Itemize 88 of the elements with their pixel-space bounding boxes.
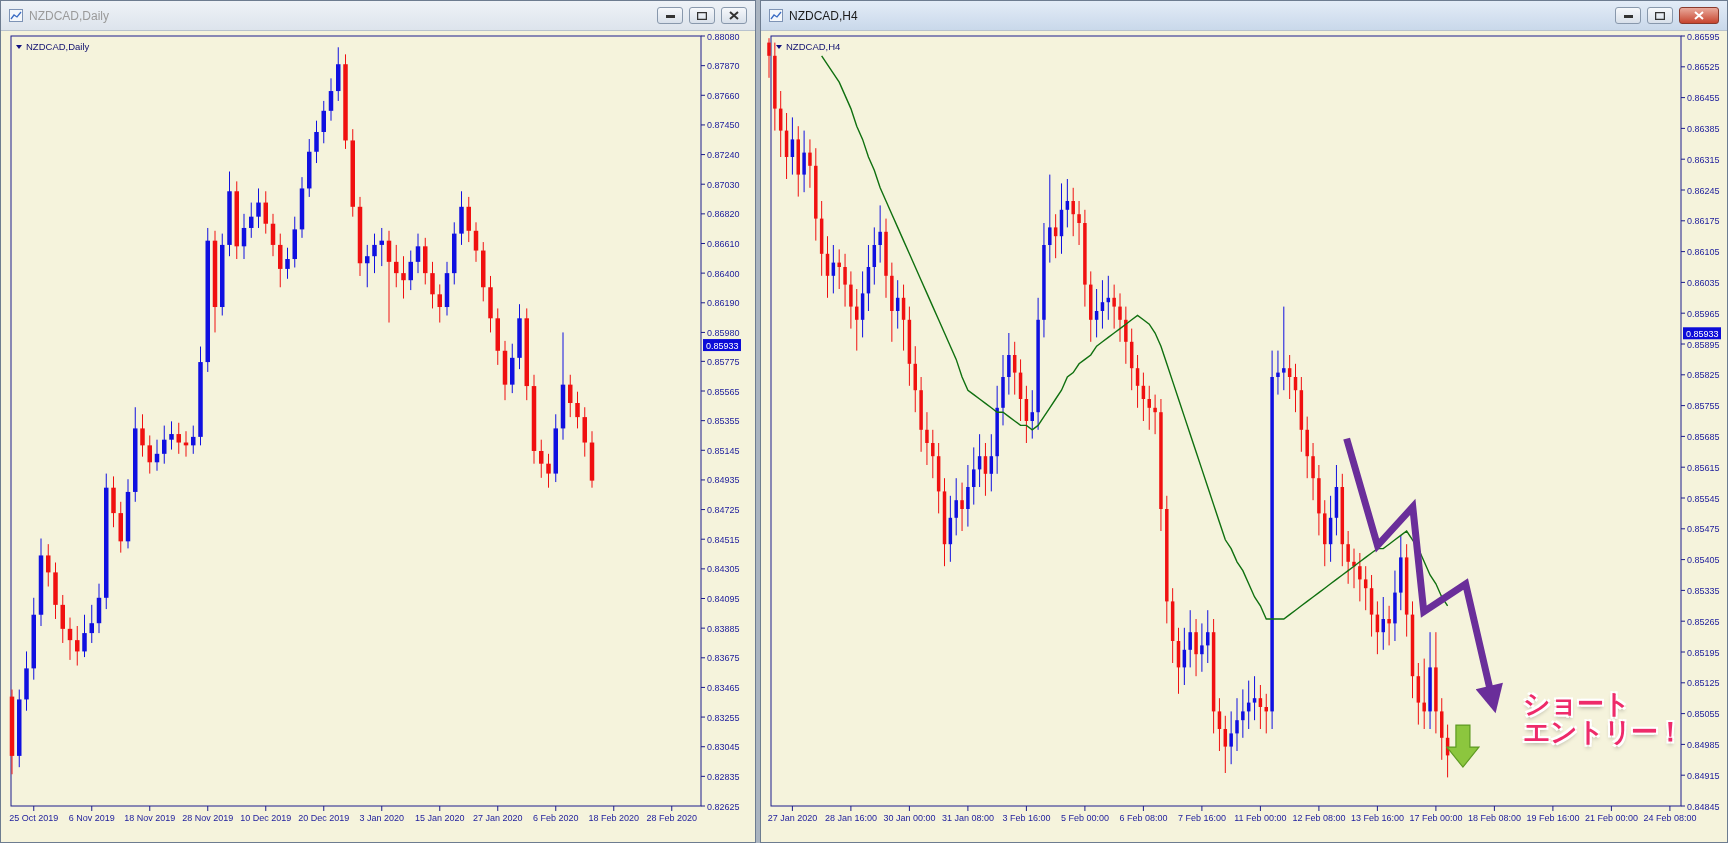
price-axis-label: 0.85685 <box>1687 431 1720 442</box>
current-price-tag: 0.85933 <box>1683 327 1721 340</box>
price-axis-label: 0.85895 <box>1687 339 1720 350</box>
price-axis-label: 0.84515 <box>707 534 740 545</box>
annotation-text: ショート エントリー！ <box>1523 690 1683 747</box>
price-axis-label: 0.87660 <box>707 90 740 101</box>
price-axis-label: 0.83885 <box>707 623 740 634</box>
date-axis-label: 11 Feb 00:00 <box>1234 813 1287 823</box>
price-axis-label: 0.86400 <box>707 268 740 279</box>
date-axis-label: 12 Feb 08:00 <box>1292 813 1346 823</box>
date-axis-label: 27 Jan 2020 <box>473 813 523 823</box>
date-axis-label: 21 Feb 00:00 <box>1584 813 1638 823</box>
price-axis-label: 0.82835 <box>707 771 740 782</box>
price-axis-label: 0.86245 <box>1687 185 1720 196</box>
date-axis-label: 24 Feb 08:00 <box>1643 813 1697 823</box>
date-axis-label: 18 Feb 08:00 <box>1467 813 1521 823</box>
price-axis-label: 0.83045 <box>707 742 740 753</box>
price-axis-label: 0.85775 <box>707 356 740 367</box>
date-axis-label: 18 Feb 2020 <box>588 813 639 823</box>
price-axis-label: 0.86190 <box>707 298 740 309</box>
price-axis-label: 0.88080 <box>707 31 740 42</box>
date-axis-label: 13 Feb 16:00 <box>1350 813 1404 823</box>
price-axis-label: 0.84935 <box>707 475 740 486</box>
price-axis-label: 0.85055 <box>1687 709 1720 720</box>
price-axis-label: 0.85125 <box>1687 678 1720 689</box>
price-axis-label: 0.87030 <box>707 179 740 190</box>
date-axis-label: 28 Nov 2019 <box>182 813 234 823</box>
price-axis-label: 0.83465 <box>707 682 740 693</box>
price-axis-label: 0.85615 <box>1687 462 1720 473</box>
price-axis-label: 0.86175 <box>1687 216 1720 227</box>
window-title: NZDCAD,H4 <box>789 8 859 23</box>
current-price-tag: 0.85933 <box>703 339 741 352</box>
price-axis-label: 0.84915 <box>1687 770 1720 781</box>
date-axis-label: 28 Jan 16:00 <box>824 813 877 823</box>
price-axis-label: 0.85475 <box>1687 524 1720 535</box>
date-axis-label: 30 Jan 00:00 <box>883 813 936 823</box>
date-axis-label: 31 Jan 08:00 <box>941 813 994 823</box>
date-axis-label: 3 Jan 2020 <box>359 813 404 823</box>
price-axis-label: 0.86455 <box>1687 93 1720 104</box>
price-axis-label: 0.84845 <box>1687 801 1720 812</box>
price-axis-label: 0.85545 <box>1687 493 1720 504</box>
price-axis-label: 0.84985 <box>1687 739 1720 750</box>
price-axis-label: 0.85145 <box>707 445 740 456</box>
date-axis-label: 15 Jan 2020 <box>415 813 465 823</box>
date-axis-label: 6 Feb 08:00 <box>1119 813 1168 823</box>
price-axis-label: 0.86035 <box>1687 277 1720 288</box>
price-axis-label: 0.85825 <box>1687 370 1720 381</box>
date-axis-label: 25 Oct 2019 <box>9 813 59 823</box>
price-axis-label: 0.85565 <box>707 386 740 397</box>
price-axis-label: 0.85195 <box>1687 647 1720 658</box>
date-axis-label: 5 Feb 00:00 <box>1060 813 1109 823</box>
price-axis-label: 0.84725 <box>707 505 740 516</box>
price-axis-label: 0.83675 <box>707 653 740 664</box>
price-axis-label: 0.85405 <box>1687 555 1720 566</box>
price-axis-label: 0.85355 <box>707 416 740 427</box>
window-title: NZDCAD,Daily <box>29 8 110 23</box>
price-axis-label: 0.87870 <box>707 61 740 72</box>
date-axis-label: 10 Dec 2019 <box>240 813 292 823</box>
price-axis-label: 0.85965 <box>1687 308 1720 319</box>
price-axis-label: 0.86610 <box>707 239 740 249</box>
date-axis-label: 27 Jan 2020 <box>767 813 818 823</box>
price-axis-label: 0.85335 <box>1687 585 1720 596</box>
date-axis-label: 6 Feb 2020 <box>533 813 579 823</box>
price-axis-label: 0.86595 <box>1687 31 1720 42</box>
price-axis-label: 0.84305 <box>707 564 740 575</box>
price-axis-label: 0.86385 <box>1687 123 1720 134</box>
date-axis-label: 17 Feb 00:00 <box>1409 813 1463 823</box>
chart-symbol-label: NZDCAD,H4 <box>786 41 841 52</box>
date-axis-label: 18 Nov 2019 <box>124 813 176 823</box>
price-axis-label: 0.87450 <box>707 120 740 131</box>
price-axis-label: 0.84095 <box>707 594 740 604</box>
date-axis-label: 6 Nov 2019 <box>68 813 115 823</box>
price-axis-label: 0.87240 <box>707 150 740 161</box>
price-axis-label: 0.85755 <box>1687 401 1720 412</box>
price-axis-label: 0.86315 <box>1687 154 1720 165</box>
date-axis-label: 19 Feb 16:00 <box>1526 813 1580 823</box>
date-axis-label: 3 Feb 16:00 <box>1002 813 1051 823</box>
price-axis-label: 0.83255 <box>707 712 740 723</box>
date-axis-label: 28 Feb 2020 <box>646 813 697 823</box>
price-axis-label: 0.86105 <box>1687 247 1720 258</box>
price-axis-label: 0.86820 <box>707 209 740 220</box>
chart-symbol-label: NZDCAD,Daily <box>26 41 90 52</box>
price-axis-label: 0.82625 <box>707 801 740 812</box>
price-axis-label: 0.86525 <box>1687 62 1720 73</box>
price-axis-label: 0.85265 <box>1687 616 1720 627</box>
date-axis-label: 20 Dec 2019 <box>298 813 350 823</box>
date-axis-label: 7 Feb 16:00 <box>1177 813 1226 823</box>
price-axis-label: 0.85980 <box>707 327 740 338</box>
